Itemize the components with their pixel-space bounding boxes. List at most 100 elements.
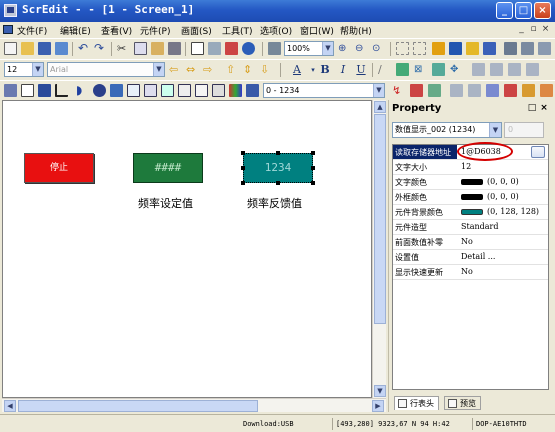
selection-handle[interactable] xyxy=(241,151,245,155)
print-icon[interactable] xyxy=(225,42,238,55)
tab-row-header[interactable]: 行表头 xyxy=(394,396,439,410)
simulate-icon[interactable] xyxy=(540,84,553,97)
underline-button[interactable]: U xyxy=(354,63,368,77)
italic-button[interactable]: I xyxy=(336,63,350,77)
font-size-select[interactable]: 12 ▼ xyxy=(4,62,44,77)
property-row-background-color[interactable]: 元件背景颜色 (0, 128, 128) xyxy=(393,205,548,220)
find-icon[interactable] xyxy=(168,42,181,55)
menu-help[interactable]: 帮助(H) xyxy=(340,24,372,37)
object-select[interactable]: 数值显示_002 (1234) ▼ xyxy=(392,122,502,138)
align-right-icon[interactable] xyxy=(538,42,551,55)
chart-element-icon[interactable] xyxy=(144,84,157,97)
property-value[interactable]: No xyxy=(461,267,473,276)
properties-icon[interactable] xyxy=(208,42,221,55)
palette-icon[interactable] xyxy=(229,84,242,97)
scroll-down-icon[interactable]: ▼ xyxy=(374,385,386,397)
bring-front-icon[interactable] xyxy=(432,42,445,55)
align-top-icon[interactable] xyxy=(490,63,503,76)
property-row-fast-update[interactable]: 显示快速更新 No xyxy=(393,265,548,280)
property-row-border-color[interactable]: 外框颜色 (0, 0, 0) xyxy=(393,190,548,205)
undo-icon[interactable]: ↶ xyxy=(78,42,91,55)
scroll-thumb[interactable] xyxy=(18,400,258,412)
send-back-icon[interactable] xyxy=(449,42,462,55)
property-value[interactable]: (0, 128, 128) xyxy=(461,207,539,216)
menu-edit[interactable]: 编辑(E) xyxy=(60,24,91,37)
snap-icon[interactable] xyxy=(413,42,426,55)
screen-icon[interactable] xyxy=(191,42,204,55)
keypad-element-icon[interactable] xyxy=(195,84,208,97)
send-backward-icon[interactable] xyxy=(483,42,496,55)
help-icon[interactable] xyxy=(242,42,255,55)
line-tool-icon[interactable]: ∕ xyxy=(378,63,391,76)
pen-tool-icon[interactable] xyxy=(396,63,409,76)
button-element-icon[interactable] xyxy=(4,84,17,97)
align-grid-icon[interactable] xyxy=(396,42,409,55)
bring-forward-icon[interactable] xyxy=(466,42,479,55)
bold-button[interactable]: B xyxy=(318,63,332,77)
property-value[interactable]: No xyxy=(461,237,473,246)
cut-icon[interactable]: ✂ xyxy=(117,42,130,55)
lamp-element-icon[interactable] xyxy=(93,84,106,97)
align-center-icon[interactable] xyxy=(521,42,534,55)
menu-tools[interactable]: 工具(T) xyxy=(222,24,253,37)
input-element-icon[interactable] xyxy=(127,84,140,97)
panel-float-icon[interactable]: □ xyxy=(527,103,537,114)
export-icon[interactable] xyxy=(468,84,481,97)
selection-handle[interactable] xyxy=(241,181,245,185)
canvas-vertical-scrollbar[interactable]: ▲ ▼ xyxy=(372,100,386,398)
history-element-icon[interactable] xyxy=(178,84,191,97)
arrow-left-icon[interactable]: ⇦ xyxy=(169,63,182,76)
menu-view[interactable]: 查看(V) xyxy=(101,24,132,37)
menu-window[interactable]: 窗口(W) xyxy=(300,24,334,37)
property-value[interactable]: (0, 0, 0) xyxy=(461,192,519,201)
selection-handle[interactable] xyxy=(276,151,280,155)
import-icon[interactable] xyxy=(450,84,463,97)
zoom-fit-icon[interactable]: ⊙ xyxy=(372,42,385,55)
redo-icon[interactable]: ↷ xyxy=(94,42,107,55)
align-left-icon[interactable] xyxy=(504,42,517,55)
property-row-read-address[interactable]: 读取存储器地址 1@D6038 xyxy=(393,142,548,161)
browse-address-button[interactable] xyxy=(531,146,545,158)
selection-handle[interactable] xyxy=(311,166,315,170)
scroll-thumb[interactable] xyxy=(374,114,386,324)
zoom-in-icon[interactable]: ⊕ xyxy=(338,42,351,55)
mdi-restore-button[interactable]: ▫ xyxy=(528,24,539,35)
menu-options[interactable]: 选项(O) xyxy=(260,24,292,37)
menu-file[interactable]: 文件(F) xyxy=(17,24,47,37)
new-file-icon[interactable] xyxy=(4,42,17,55)
save-as-icon[interactable] xyxy=(55,42,68,55)
stop-button[interactable]: 停止 xyxy=(24,153,94,183)
arrow-vertical-icon[interactable]: ⇕ xyxy=(243,63,256,76)
design-canvas[interactable]: 停止 #### 1234 频率设定值 频率反馈值 xyxy=(2,100,372,398)
picture-icon[interactable] xyxy=(432,63,445,76)
meter-element-icon[interactable] xyxy=(21,84,34,97)
property-row-settings[interactable]: 设置值 Detail ... xyxy=(393,250,548,265)
pointer-tool-icon[interactable]: ↯ xyxy=(392,84,405,97)
align-middle-icon[interactable] xyxy=(508,63,521,76)
scroll-right-icon[interactable]: ▶ xyxy=(372,400,384,412)
property-row-leading-zero[interactable]: 前面数值补零 No xyxy=(393,235,548,250)
canvas-horizontal-scrollbar[interactable]: ◀ ▶ xyxy=(2,398,386,412)
scroll-up-icon[interactable]: ▲ xyxy=(374,101,386,113)
property-row-element-style[interactable]: 元件造型 Standard xyxy=(393,220,548,235)
upload-icon[interactable] xyxy=(522,84,535,97)
group-icon[interactable]: ✥ xyxy=(450,63,463,76)
freq-set-display[interactable]: #### xyxy=(133,153,203,183)
zoom-select[interactable]: 100% ▼ xyxy=(284,41,334,56)
selection-handle[interactable] xyxy=(241,166,245,170)
menu-screen[interactable]: 画面(S) xyxy=(181,24,212,37)
property-value[interactable]: 12 xyxy=(461,162,471,171)
selection-handle[interactable] xyxy=(276,181,280,185)
zoom-out-icon[interactable]: ⊖ xyxy=(355,42,368,55)
mdi-minimize-button[interactable]: _ xyxy=(516,24,527,35)
bar-element-icon[interactable] xyxy=(38,84,51,97)
screen-list-icon[interactable] xyxy=(246,84,259,97)
arrow-horizontal-icon[interactable]: ⇔ xyxy=(186,63,199,76)
alarm-element-icon[interactable] xyxy=(161,84,174,97)
arrow-down-icon[interactable]: ⇩ xyxy=(260,63,273,76)
property-value[interactable]: Standard xyxy=(461,222,498,231)
freq-feedback-display[interactable]: 1234 xyxy=(243,153,313,183)
compile-icon[interactable] xyxy=(486,84,499,97)
display-element-icon[interactable] xyxy=(110,84,123,97)
minimize-button[interactable]: _ xyxy=(496,2,513,19)
